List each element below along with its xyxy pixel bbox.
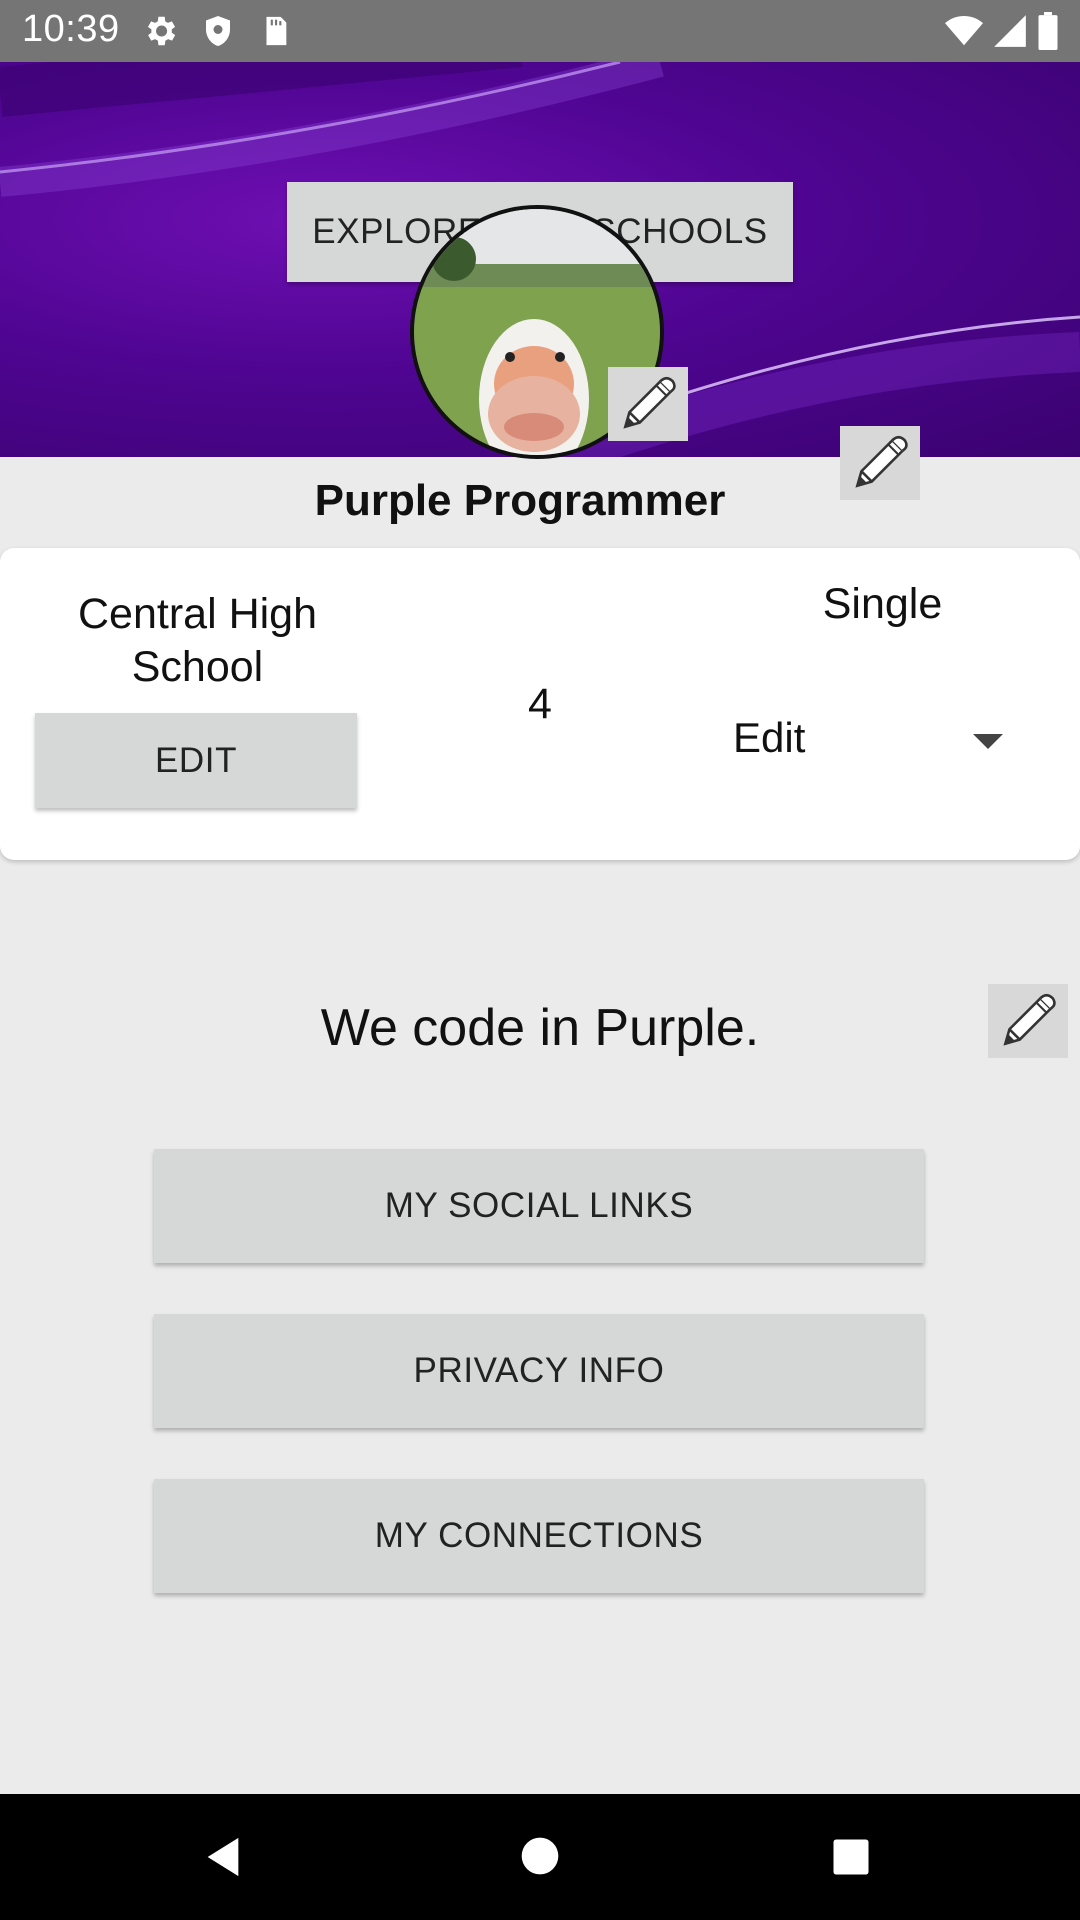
back-icon[interactable]	[200, 1834, 246, 1880]
shield-icon	[206, 16, 230, 46]
edit-school-button[interactable]: EDIT	[35, 713, 357, 808]
dropdown-selected-value: Edit	[733, 714, 806, 761]
grade-value: 4	[528, 680, 552, 728]
recents-icon[interactable]	[830, 1836, 872, 1878]
navigation-bar	[0, 1794, 1080, 1920]
signal-icon	[994, 15, 1026, 47]
edit-bio-button[interactable]	[988, 984, 1068, 1058]
bio-text: We code in Purple.	[320, 999, 760, 1057]
dropdown-arrow-icon	[973, 734, 1003, 749]
profile-info-card: Central High School EDIT 4 Single Edit	[0, 548, 1080, 860]
relationship-status: Single	[822, 580, 943, 628]
status-time: 10:39	[22, 8, 120, 50]
wifi-icon	[945, 15, 983, 46]
status-bar: 10:39	[0, 0, 1080, 62]
pencil-icon	[1003, 993, 1056, 1046]
sd-card-icon	[266, 16, 287, 46]
relationship-status-dropdown[interactable]: Edit	[733, 706, 1023, 778]
privacy-info-button[interactable]: PRIVACY INFO	[154, 1314, 924, 1428]
my-connections-button[interactable]: MY CONNECTIONS	[154, 1479, 924, 1593]
battery-icon	[1038, 12, 1058, 50]
school-name: Central High School	[78, 590, 317, 691]
pencil-icon	[623, 376, 676, 429]
edit-avatar-button[interactable]	[608, 367, 688, 441]
settings-icon	[147, 16, 176, 46]
profile-name: Purple Programmer	[314, 476, 726, 525]
home-icon[interactable]	[518, 1834, 562, 1878]
my-social-links-button[interactable]: MY SOCIAL LINKS	[154, 1149, 924, 1263]
